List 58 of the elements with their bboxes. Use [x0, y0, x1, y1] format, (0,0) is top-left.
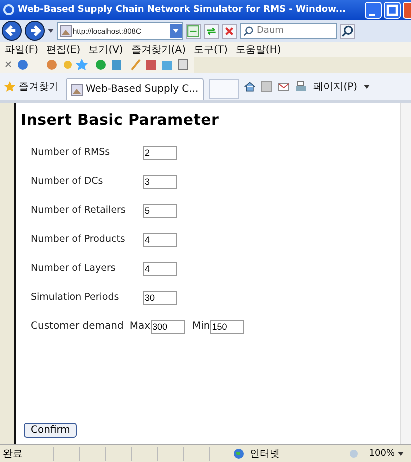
menu-item[interactable]: 즐겨찾기(A): [128, 42, 191, 56]
menu-item[interactable]: 도구(T): [191, 42, 233, 56]
field-label: Number of Products: [31, 234, 126, 245]
forward-button[interactable]: [25, 21, 45, 41]
search-field[interactable]: Daum: [240, 23, 337, 39]
star-icon: [4, 80, 16, 92]
page-icon: [71, 84, 83, 96]
page-icon: [60, 25, 72, 37]
zone-text: 인터넷: [250, 448, 281, 460]
maximize-icon: [385, 2, 400, 18]
menu-item[interactable]: 파일(F): [2, 42, 44, 56]
field-label: Number of RMSs: [31, 147, 112, 158]
field-label: Max: [130, 321, 150, 332]
toolbar-icons-drawing[interactable]: [0, 57, 194, 73]
input-field[interactable]: 4: [143, 262, 177, 276]
field-label: Simulation Periods: [31, 292, 120, 303]
menu-item[interactable]: 편집(E): [44, 42, 86, 56]
page-heading: Insert Basic Parameter: [21, 111, 220, 129]
home-icon[interactable]: [244, 80, 256, 92]
input-field[interactable]: 4: [143, 232, 177, 246]
page-menu-button[interactable]: 페이지(P): [312, 80, 372, 94]
globe-icon: [233, 448, 245, 460]
input-field[interactable]: 300: [150, 320, 184, 334]
input-field[interactable]: 150: [210, 320, 244, 334]
minimize-button[interactable]: [365, 2, 382, 18]
scroll-bar[interactable]: [400, 103, 411, 444]
field-label: Customer demand: [31, 321, 124, 332]
zoom-button[interactable]: 100%: [365, 448, 408, 458]
input-field[interactable]: 30: [143, 290, 177, 304]
status-text: 완료: [3, 448, 23, 460]
caret-icon[interactable]: [48, 29, 54, 33]
field-label: Number of DCs: [31, 176, 104, 187]
maximize-button[interactable]: [384, 2, 401, 18]
mail-icon[interactable]: [278, 80, 290, 92]
caret-icon: [173, 29, 179, 33]
input-field[interactable]: 3: [143, 174, 177, 188]
field-label: Number of Retailers: [31, 205, 127, 216]
dropdown-button[interactable]: [170, 24, 182, 38]
stop-icon[interactable]: [222, 24, 237, 38]
confirm-button[interactable]: Confirm: [24, 423, 78, 438]
printer-icon[interactable]: [294, 80, 307, 92]
field-label: Number of Layers: [31, 263, 117, 274]
browser-logo-icon: [3, 4, 15, 16]
input-field[interactable]: 2: [143, 146, 177, 160]
field-label: Min: [192, 321, 210, 332]
caret-icon: [364, 84, 370, 88]
caret-icon: [398, 452, 404, 456]
back-button[interactable]: [2, 21, 22, 41]
minimize-icon: [369, 14, 375, 16]
menu-item[interactable]: 도움말(H): [232, 42, 286, 56]
input-field[interactable]: 5: [143, 204, 177, 218]
close-button[interactable]: [403, 2, 411, 18]
search-icon[interactable]: [340, 24, 355, 38]
browser-tab[interactable]: Web-Based Supply C...: [66, 78, 204, 100]
window-title: Web-Based Supply Chain Network Simulator for RMS - Window...: [18, 5, 348, 15]
menu-item[interactable]: 보기(V): [86, 42, 128, 56]
refresh-icon[interactable]: [204, 24, 219, 38]
favorites-button[interactable]: 즐겨찾기: [2, 80, 61, 94]
